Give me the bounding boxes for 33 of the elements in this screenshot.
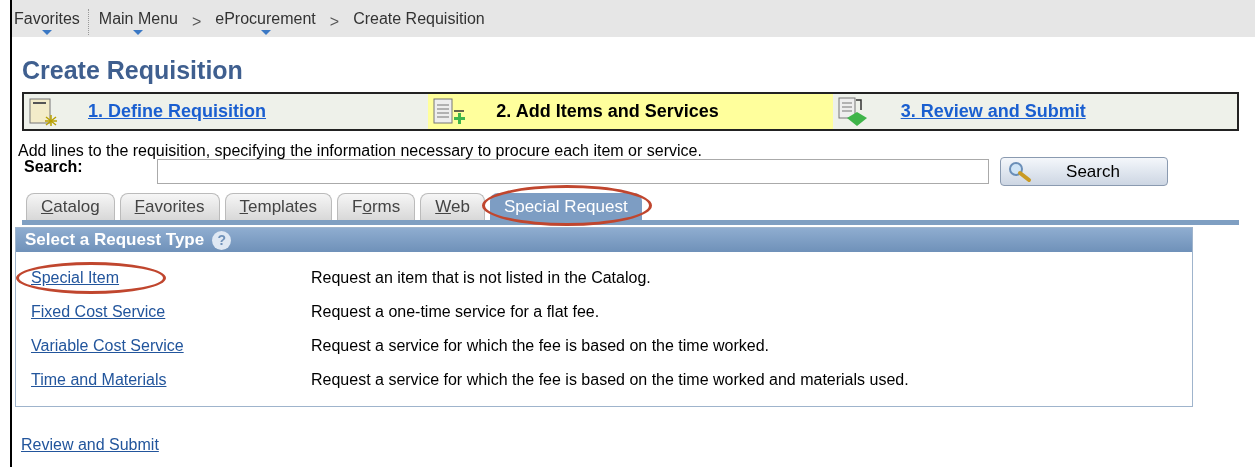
request-type-link[interactable]: Fixed Cost Service bbox=[31, 300, 166, 324]
step-link[interactable]: 3. Review and Submit bbox=[900, 98, 1086, 125]
step-link[interactable]: 1. Define Requisition bbox=[88, 98, 267, 125]
breadcrumb-link[interactable]: Favorites bbox=[14, 9, 80, 35]
document-sparkle-icon bbox=[28, 96, 58, 127]
panel-title: Select a Request Type bbox=[25, 229, 205, 252]
request-type-description: Request a service for which the fee is based on the time worked and materials used. bbox=[311, 370, 909, 390]
dropdown-caret-icon bbox=[133, 30, 144, 35]
dropdown-caret-icon bbox=[41, 30, 52, 35]
tab[interactable]: Templates bbox=[224, 193, 332, 220]
tab[interactable]: Catalog bbox=[26, 193, 115, 220]
breadcrumb-separator: > bbox=[190, 12, 203, 32]
tab[interactable]: Favorites bbox=[119, 193, 220, 220]
dropdown-caret-icon bbox=[260, 30, 271, 35]
request-type-link[interactable]: Special Item bbox=[31, 266, 120, 290]
request-type-link[interactable]: Variable Cost Service bbox=[31, 334, 184, 358]
request-type-description: Request an item that is not listed in the Catalog. bbox=[311, 268, 651, 288]
page-title: Create Requisition bbox=[22, 55, 244, 85]
breadcrumb-link[interactable]: eProcurement bbox=[215, 9, 316, 35]
breadcrumb-link[interactable]: Create Requisition bbox=[353, 9, 485, 35]
step-label: 2. Add Items and Services bbox=[496, 100, 719, 123]
search-icon bbox=[1007, 160, 1033, 183]
search-field[interactable] bbox=[157, 159, 989, 184]
breadcrumb-link[interactable]: Main Menu bbox=[88, 9, 178, 35]
breadcrumb-separator: > bbox=[328, 12, 341, 32]
request-type-description: Request a service for which the fee is based on the time worked. bbox=[311, 336, 769, 356]
review-submit-link[interactable]: Review and Submit bbox=[21, 433, 159, 457]
tab[interactable]: Web bbox=[420, 193, 485, 220]
search-button[interactable]: Search bbox=[1000, 157, 1168, 186]
request-type-link[interactable]: Time and Materials bbox=[31, 368, 167, 392]
tab[interactable]: Forms bbox=[337, 193, 416, 220]
request-type-description: Request a one-time service for a flat fee. bbox=[311, 302, 600, 322]
document-add-icon bbox=[432, 96, 467, 127]
